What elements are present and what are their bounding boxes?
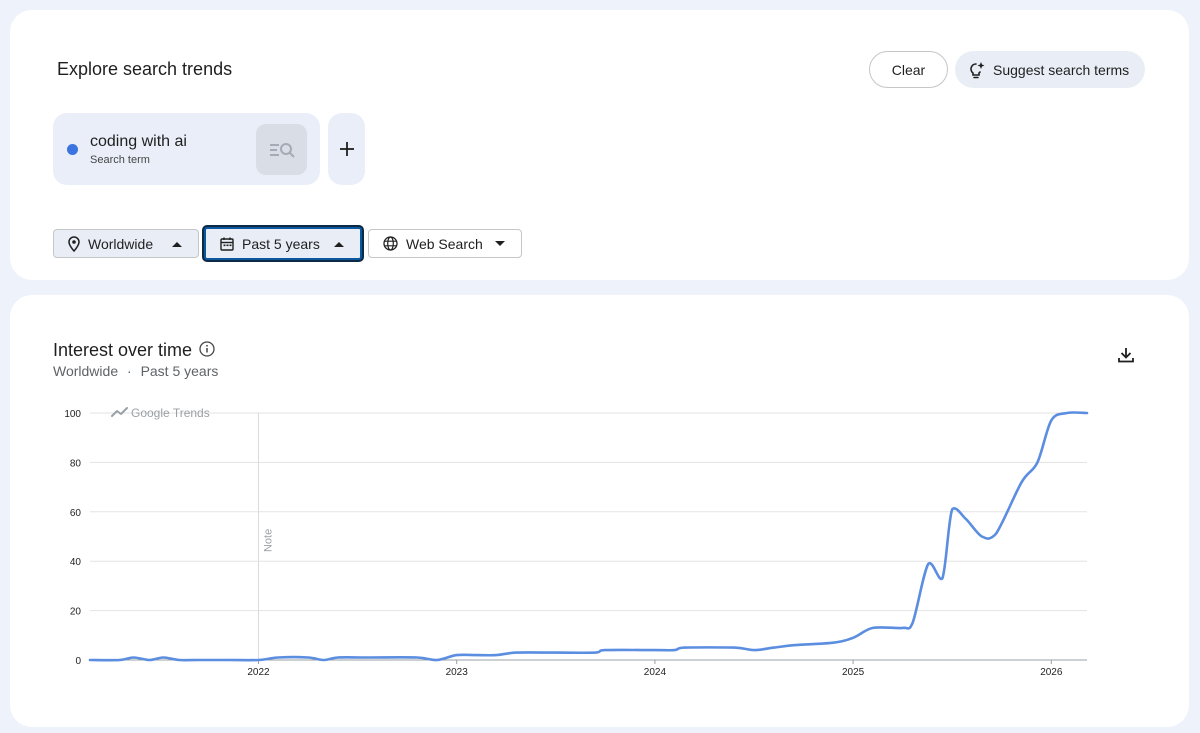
plus-icon [339,141,355,157]
time-range-value: Past 5 years [242,235,320,252]
grid-lines [90,412,1087,661]
x-tick-label: 2023 [446,667,469,678]
interest-over-time-card: Interest over time Worldwide · Past 5 ye… [10,295,1189,727]
note-label: Note [262,529,274,552]
time-range-dropdown[interactable]: Past 5 years [202,225,364,262]
x-tick-label: 2022 [247,667,270,678]
caret-up-icon [334,241,344,247]
y-tick-label: 0 [75,656,81,667]
caret-up-icon [172,241,182,247]
series-layer [88,411,1089,662]
caret-down-icon [495,240,505,247]
add-term-button[interactable] [328,113,365,185]
x-tick-label: 2024 [644,667,667,678]
y-tick-label: 100 [64,409,81,420]
location-pin-icon [68,235,80,252]
y-tick-label: 20 [70,607,82,618]
x-tick-label: 2025 [842,667,865,678]
clear-button[interactable]: Clear [869,51,948,88]
term-name: coding with ai [90,133,187,150]
list-search-icon [269,141,295,159]
y-axis-ticks: 0 20 40 60 80 100 [64,409,81,667]
explore-card: Explore search trends Clear Suggest sear… [10,10,1189,280]
calendar-icon [220,237,234,251]
note-annotation: Note [257,413,274,660]
y-tick-label: 40 [70,557,82,568]
location-dropdown[interactable]: Worldwide [53,229,199,258]
y-tick-label: 60 [70,508,82,519]
series-line-0 [88,411,1089,662]
term-type: Search term [90,154,150,166]
term-color-dot [67,144,78,155]
explore-title: Explore search trends [57,59,233,79]
trends-logo-icon [111,407,128,417]
search-term-chip[interactable]: coding with ai Search term [53,113,320,185]
line-chart: 0 20 40 60 80 100 2022 2023 2024 2025 2026 Note G… [64,406,1089,678]
watermark-text: Google Trends [131,406,210,420]
suggest-label: Suggest search terms [993,61,1130,78]
suggest-search-terms-button[interactable]: Suggest search terms [955,51,1145,88]
y-tick-label: 80 [70,458,82,469]
search-property-dropdown[interactable]: Web Search [368,229,522,258]
search-refine-button[interactable] [256,124,307,175]
property-value: Web Search [406,235,483,252]
x-tick-label: 2026 [1040,667,1063,678]
location-value: Worldwide [88,235,154,252]
sparkle-bulb-icon [969,61,985,79]
globe-icon [383,236,398,251]
x-axis-ticks: 2022 2023 2024 2025 2026 [247,660,1063,678]
